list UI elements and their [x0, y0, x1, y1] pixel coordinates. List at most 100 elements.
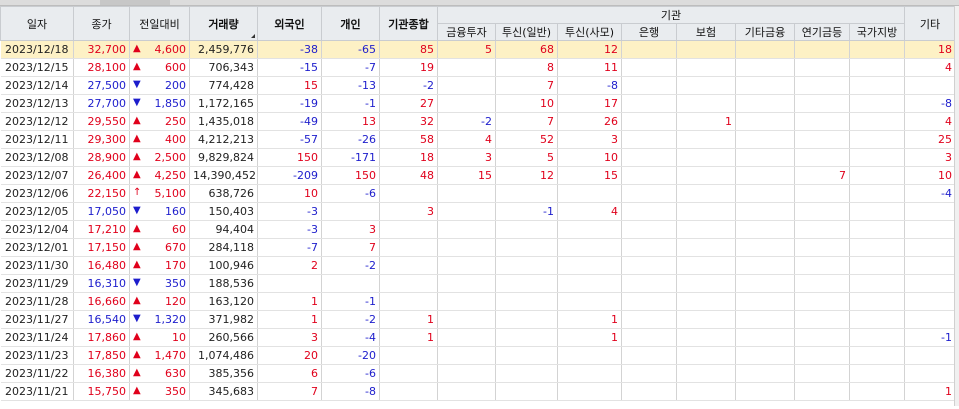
table-body: 2023/12/18 32,700 ▲ 4,600 2,459,776 -38 -65 85 5… — [0, 40, 956, 401]
table-row[interactable]: 2023/11/23 17,850 ▲ 1,470 1,074,486 20 -20 — [0, 346, 956, 365]
cell-individual: -1 — [321, 292, 380, 311]
cell-inst-sub — [676, 310, 736, 329]
cell-inst-sub — [735, 382, 795, 401]
table-row[interactable]: 2023/12/04 17,210 ▲ 60 94,404 -3 3 — [0, 220, 956, 239]
table-row[interactable]: 2023/11/21 15,750 ▲ 350 345,683 7 -8 1 — [0, 382, 956, 401]
col-header-foreign[interactable]: 외국인 — [257, 6, 322, 41]
cell-inst-sub — [495, 364, 558, 383]
cell-inst-sub — [437, 328, 496, 347]
cell-inst-sub: 11 — [557, 58, 622, 77]
table-row[interactable]: 2023/12/08 28,900 ▲ 2,500 9,829,824 150 -171 18… — [0, 148, 956, 167]
cell-inst-sub — [621, 256, 677, 275]
cell-inst-sub: 1 — [557, 328, 622, 347]
cell-date: 2023/12/15 — [0, 58, 74, 77]
col-header-close[interactable]: 종가 — [73, 6, 130, 41]
table-row[interactable]: 2023/11/27 16,540 ▼ 1,320 371,982 1 -2 1 1 — [0, 310, 956, 329]
col-header-bank[interactable]: 은행 — [621, 23, 677, 41]
cell-volume: 100,946 — [189, 256, 258, 275]
col-header-government[interactable]: 국가지방 — [849, 23, 905, 41]
cell-inst-sub — [437, 184, 496, 203]
cell-inst-sub — [794, 346, 850, 365]
table-row[interactable]: 2023/12/14 27,500 ▼ 200 774,428 15 -13 -2 7 -8 — [0, 76, 956, 95]
cell-close: 28,100 — [73, 58, 130, 77]
cell-inst-sub — [735, 112, 795, 131]
cell-inst-sub — [794, 382, 850, 401]
col-group-header-institution: 기관 — [437, 6, 905, 24]
col-header-change[interactable]: 전일대비 — [129, 6, 190, 41]
cell-change: ▲ 60 — [129, 220, 190, 239]
cell-inst-sub — [495, 310, 558, 329]
tab-strip-active-tab[interactable] — [100, 0, 170, 5]
cell-change-value: 250 — [165, 115, 186, 128]
table-row[interactable]: 2023/11/30 16,480 ▲ 170 100,946 2 -2 — [0, 256, 956, 275]
cell-inst-sub — [849, 112, 905, 131]
cell-change: ▼ 1,320 — [129, 310, 190, 329]
cell-close: 27,500 — [73, 76, 130, 95]
cell-inst-total — [379, 274, 438, 293]
cell-change: ▼ 1,850 — [129, 94, 190, 113]
cell-individual: -65 — [321, 40, 380, 59]
col-header-individual[interactable]: 개인 — [321, 6, 380, 41]
arrow-up-icon: ▲ — [133, 169, 141, 180]
col-header-inst-total[interactable]: 기관종합 — [379, 6, 438, 41]
cell-date: 2023/11/30 — [0, 256, 74, 275]
cell-volume: 163,120 — [189, 292, 258, 311]
cell-change: ▲ 600 — [129, 58, 190, 77]
table-row[interactable]: 2023/12/18 32,700 ▲ 4,600 2,459,776 -38 -65 85 5… — [0, 40, 956, 59]
cell-volume: 706,343 — [189, 58, 258, 77]
table-row[interactable]: 2023/12/05 17,050 ▼ 160 150,403 -3 3 -1 4 — [0, 202, 956, 221]
cell-volume: 9,829,824 — [189, 148, 258, 167]
cell-foreign: 3 — [257, 328, 322, 347]
cell-inst-sub: 7 — [495, 112, 558, 131]
table-row[interactable]: 2023/12/01 17,150 ▲ 670 284,118 -7 7 — [0, 238, 956, 257]
col-header-other-finance[interactable]: 기타금융 — [735, 23, 795, 41]
cell-inst-sub — [621, 148, 677, 167]
table-row[interactable]: 2023/12/12 29,550 ▲ 250 1,435,018 -49 13 32 -2 7 2… — [0, 112, 956, 131]
col-header-pension[interactable]: 연기금등 — [794, 23, 850, 41]
cell-inst-sub — [557, 292, 622, 311]
cell-inst-sub — [735, 58, 795, 77]
table-row[interactable]: 2023/11/29 16,310 ▼ 350 188,536 — [0, 274, 956, 293]
cell-inst-sub: 17 — [557, 94, 622, 113]
cell-inst-sub — [849, 292, 905, 311]
col-header-etc[interactable]: 기타 — [904, 6, 956, 41]
col-header-financial-investment[interactable]: 금융투자 — [437, 23, 496, 41]
cell-etc: 1 — [904, 382, 956, 401]
cell-change-value: 200 — [165, 79, 186, 92]
cell-inst-sub — [735, 184, 795, 203]
arrow-down-icon: ▼ — [133, 313, 141, 324]
cell-change-value: 4,600 — [154, 43, 187, 56]
cell-inst-sub — [794, 130, 850, 149]
col-header-trust-private[interactable]: 투신(사모) — [557, 23, 622, 41]
cell-inst-sub — [794, 58, 850, 77]
table-row[interactable]: 2023/11/24 17,860 ▲ 10 260,566 3 -4 1 1 -1 — [0, 328, 956, 347]
cell-inst-sub — [495, 328, 558, 347]
cell-inst-sub — [621, 274, 677, 293]
col-header-volume[interactable]: 거래량 — [189, 6, 258, 41]
table-row[interactable]: 2023/11/28 16,660 ▲ 120 163,120 1 -1 — [0, 292, 956, 311]
cell-date: 2023/11/29 — [0, 274, 74, 293]
table-row[interactable]: 2023/12/06 22,150 ↑ 5,100 638,726 10 -6 -4 — [0, 184, 956, 203]
col-header-date[interactable]: 일자 — [0, 6, 74, 41]
table-row[interactable]: 2023/11/22 16,380 ▲ 630 385,356 6 -6 — [0, 364, 956, 383]
cell-inst-sub — [557, 256, 622, 275]
cell-inst-sub — [849, 166, 905, 185]
cell-inst-total: 58 — [379, 130, 438, 149]
cell-inst-total: 32 — [379, 112, 438, 131]
cell-date: 2023/11/23 — [0, 346, 74, 365]
cell-foreign: 6 — [257, 364, 322, 383]
cell-inst-sub — [557, 238, 622, 257]
table-row[interactable]: 2023/12/07 26,400 ▲ 4,250 14,390,452 -209 150 4… — [0, 166, 956, 185]
table-row[interactable]: 2023/12/15 28,100 ▲ 600 706,343 -15 -7 19 8 11 4 — [0, 58, 956, 77]
col-header-insurance[interactable]: 보험 — [676, 23, 736, 41]
cell-etc — [904, 274, 956, 293]
cell-volume: 14,390,452 — [189, 166, 258, 185]
cell-close: 17,050 — [73, 202, 130, 221]
cell-change-value: 10 — [172, 331, 186, 344]
col-header-trust-general[interactable]: 투신(일반) — [495, 23, 558, 41]
cell-inst-total: 18 — [379, 148, 438, 167]
table-row[interactable]: 2023/12/11 29,300 ▲ 400 4,212,213 -57 -26 58 4 52… — [0, 130, 956, 149]
vertical-scrollbar[interactable] — [954, 6, 959, 406]
cell-inst-sub — [495, 256, 558, 275]
table-row[interactable]: 2023/12/13 27,700 ▼ 1,850 1,172,165 -19 -1 27 10… — [0, 94, 956, 113]
